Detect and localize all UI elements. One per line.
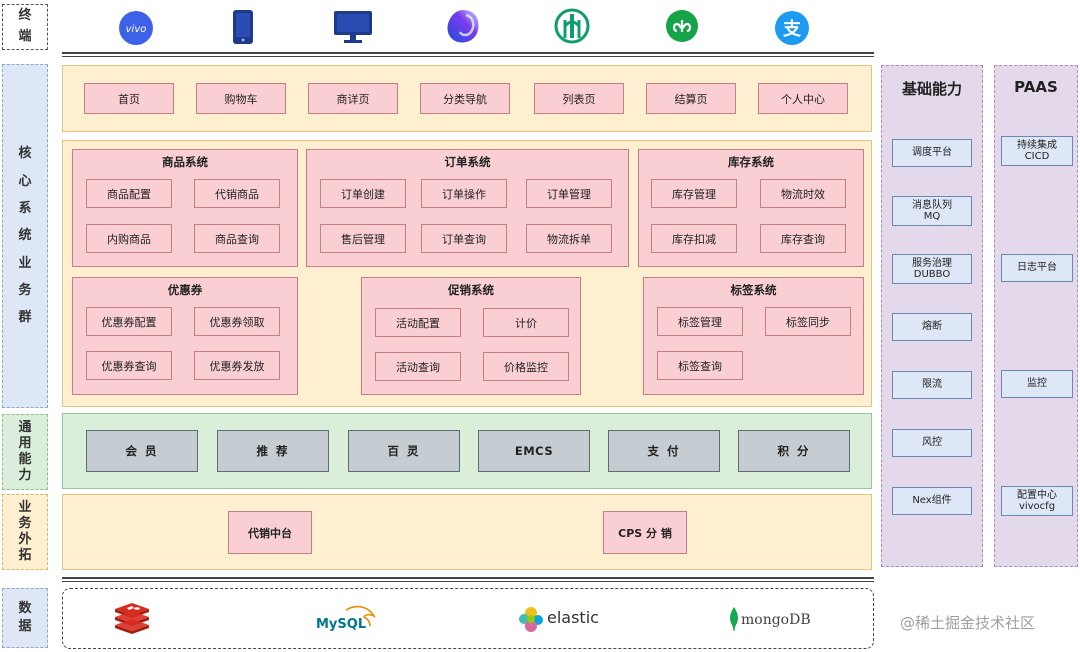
bank-icon <box>554 8 590 44</box>
circuit-breaker[interactable]: 熔断 <box>892 313 972 341</box>
page-checkout[interactable]: 结算页 <box>646 83 736 114</box>
member-service[interactable]: 会 员 <box>86 430 198 472</box>
order-create[interactable]: 订单创建 <box>320 179 406 208</box>
goods-query[interactable]: 商品查询 <box>194 224 280 253</box>
page-list[interactable]: 列表页 <box>534 83 624 114</box>
order-operate[interactable]: 订单操作 <box>421 179 507 208</box>
order-system-title: 订单系统 <box>444 155 491 169</box>
recommend-service[interactable]: 推 荐 <box>217 430 329 472</box>
layer-label-data: 数据 <box>2 588 48 648</box>
goods-system-title: 商品系统 <box>162 155 208 169</box>
emcs-service[interactable]: EMCS <box>478 430 590 472</box>
foundation-title: 基础能力 <box>901 80 962 98</box>
page-detail[interactable]: 商详页 <box>308 83 398 114</box>
mysql-logo: MySQL <box>312 600 386 640</box>
business-panel <box>62 494 872 570</box>
tag-system-title: 标签系统 <box>730 283 777 297</box>
stock-query[interactable]: 库存查询 <box>760 224 846 253</box>
coupon-query[interactable]: 优惠券查询 <box>86 351 172 380</box>
bailing-service[interactable]: 百 灵 <box>348 430 460 472</box>
logistics-split[interactable]: 物流拆单 <box>526 224 612 253</box>
paas-title: PAAS <box>1014 78 1058 96</box>
stock-system-title: 库存系统 <box>728 155 774 169</box>
payment-service[interactable]: 支 付 <box>608 430 720 472</box>
vivo-logo-icon: vivo <box>118 10 154 46</box>
coupon-config[interactable]: 优惠券配置 <box>86 307 172 336</box>
coupon-system-title: 优惠券 <box>167 283 203 297</box>
order-manage[interactable]: 订单管理 <box>526 179 612 208</box>
risk-control[interactable]: 风控 <box>892 429 972 457</box>
stock-deduct[interactable]: 库存扣减 <box>651 224 737 253</box>
logistics-timeliness[interactable]: 物流时效 <box>760 179 846 208</box>
separator-top <box>62 52 874 54</box>
rate-limit[interactable]: 限流 <box>892 371 972 399</box>
elastic-icon <box>517 605 545 633</box>
tag-sync[interactable]: 标签同步 <box>765 307 851 336</box>
nex-component[interactable]: Nex组件 <box>892 487 972 515</box>
promo-system-title: 促销系统 <box>448 283 494 297</box>
consign-middle-platform[interactable]: 代销中台 <box>228 511 312 554</box>
tag-manage[interactable]: 标签管理 <box>657 307 743 336</box>
mysql-label: MySQL <box>316 617 367 632</box>
ci-cicd[interactable]: 持续集成 CICD <box>1001 136 1073 166</box>
goods-internal[interactable]: 内购商品 <box>86 224 172 253</box>
log-platform[interactable]: 日志平台 <box>1001 254 1073 282</box>
goods-consign[interactable]: 代销商品 <box>194 179 280 208</box>
page-profile[interactable]: 个人中心 <box>758 83 848 114</box>
page-home[interactable]: 首页 <box>84 83 174 114</box>
tag-query[interactable]: 标签查询 <box>657 351 743 380</box>
svg-text:vivo: vivo <box>126 24 147 35</box>
watermark: @稀土掘金技术社区 <box>900 614 1036 632</box>
redis-icon <box>112 602 152 636</box>
layer-label-core: 核心系统业务群 <box>2 64 48 408</box>
layer-label-business: 业务外拓 <box>2 494 48 570</box>
message-queue-mq[interactable]: 消息队列 MQ <box>892 196 972 226</box>
quickapp-icon <box>444 8 482 46</box>
separator-bottom <box>62 577 874 579</box>
mongodb-icon <box>728 606 740 632</box>
activity-query[interactable]: 活动查询 <box>375 352 461 381</box>
goods-config[interactable]: 商品配置 <box>86 179 172 208</box>
price-monitor[interactable]: 价格监控 <box>483 352 569 381</box>
layer-label-terminal: 终端 <box>2 4 48 50</box>
pricing[interactable]: 计价 <box>483 308 569 337</box>
scheduling-platform[interactable]: 调度平台 <box>892 139 972 167</box>
terminal-row: vivo 支 <box>62 0 874 56</box>
cps-distribution[interactable]: CPS 分 销 <box>603 511 687 554</box>
page-category[interactable]: 分类导航 <box>420 83 510 114</box>
phone-icon <box>230 8 256 46</box>
separator-top-2 <box>62 56 874 57</box>
coupon-claim[interactable]: 优惠券领取 <box>194 307 280 336</box>
mini-program-icon <box>664 8 700 44</box>
config-center-vivocfg[interactable]: 配置中心 vivocfg <box>1001 486 1073 516</box>
separator-bottom-2 <box>62 581 874 582</box>
svg-text:支: 支 <box>782 18 802 40</box>
order-query[interactable]: 订单查询 <box>421 224 507 253</box>
after-sale-manage[interactable]: 售后管理 <box>320 224 406 253</box>
activity-config[interactable]: 活动配置 <box>375 308 461 337</box>
alipay-icon: 支 <box>774 10 810 46</box>
stock-manage[interactable]: 库存管理 <box>651 179 737 208</box>
service-governance-dubbo[interactable]: 服务治理 DUBBO <box>892 254 972 284</box>
monitor-icon <box>332 10 374 44</box>
layer-label-general: 通用能力 <box>2 414 48 490</box>
coupon-issue[interactable]: 优惠券发放 <box>194 351 280 380</box>
mongodb-label: mongoDB <box>741 612 811 628</box>
elastic-label: elastic <box>547 608 599 627</box>
page-cart[interactable]: 购物车 <box>196 83 286 114</box>
monitor[interactable]: 监控 <box>1001 370 1073 398</box>
points-service[interactable]: 积 分 <box>738 430 850 472</box>
